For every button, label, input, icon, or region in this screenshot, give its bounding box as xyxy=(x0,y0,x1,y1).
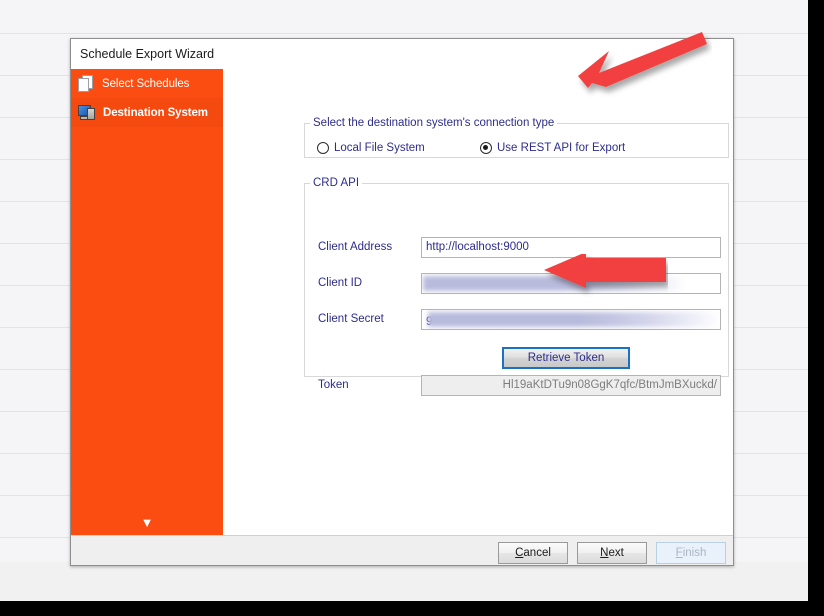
sidebar-item-label: Select Schedules xyxy=(102,77,190,90)
dialog-body: Select Schedules Destination System ▼ Se… xyxy=(71,69,733,535)
client-address-row: Client Address http://localhost:9000 xyxy=(305,237,730,259)
next-button[interactable]: Next xyxy=(577,542,647,564)
cancel-button[interactable]: Cancel xyxy=(498,542,568,564)
cancel-label-suffix: ancel xyxy=(523,547,551,559)
connection-type-legend: Select the destination system's connecti… xyxy=(313,117,555,129)
dialog-footer: Cancel Next Finish xyxy=(71,535,733,565)
radio-label: Local File System xyxy=(334,142,425,154)
documents-icon xyxy=(78,75,95,92)
finish-button: Finish xyxy=(656,542,726,564)
sidebar-item-destination-system[interactable]: Destination System xyxy=(71,98,223,127)
radio-indicator xyxy=(317,142,329,154)
next-label-suffix: ext xyxy=(608,547,624,559)
client-secret-row: Client Secret 9 xyxy=(305,309,730,331)
crd-api-group: CRD API Client Address http://localhost:… xyxy=(304,177,730,396)
radio-use-rest-api-for-export[interactable]: Use REST API for Export xyxy=(480,142,625,154)
client-address-label: Client Address xyxy=(318,241,393,253)
wizard-content-pane: Select the destination system's connecti… xyxy=(223,69,733,535)
client-secret-label: Client Secret xyxy=(318,313,384,325)
client-secret-input[interactable]: 9 xyxy=(421,309,721,330)
monitor-icon xyxy=(78,104,96,121)
retrieve-token-button[interactable]: Retrieve Token xyxy=(502,347,630,369)
connection-type-options: Local File System Use REST API for Expor… xyxy=(317,142,717,160)
token-output-field: Hl19aKtDTu9n08GgK7qfc/BtmJmBXuckd/ xyxy=(421,375,721,396)
client-id-label: Client ID xyxy=(318,277,363,289)
finish-label-suffix: inish xyxy=(682,547,707,559)
token-row: Token Hl19aKtDTu9n08GgK7qfc/BtmJmBXuckd/ xyxy=(305,375,730,397)
redacted-overlay xyxy=(428,312,720,327)
dialog-title: Schedule Export Wizard xyxy=(71,39,733,69)
sidebar-item-label: Destination System xyxy=(103,106,208,119)
radio-indicator xyxy=(480,142,492,154)
sidebar-item-select-schedules[interactable]: Select Schedules xyxy=(71,69,223,98)
wizard-step-sidebar: Select Schedules Destination System ▼ xyxy=(71,69,223,535)
chevron-down-icon[interactable]: ▼ xyxy=(71,516,223,529)
background-row xyxy=(0,0,808,34)
finish-mnemonic: F xyxy=(675,547,683,559)
connection-type-group: Select the destination system's connecti… xyxy=(304,117,729,158)
crd-api-legend: CRD API xyxy=(313,177,360,189)
client-id-row: Client ID xyxy=(305,273,730,295)
token-label: Token xyxy=(318,379,349,391)
client-id-input[interactable] xyxy=(421,273,721,294)
background-footer-strip xyxy=(0,562,808,601)
schedule-export-wizard-dialog: Schedule Export Wizard Select Schedules … xyxy=(70,38,734,566)
redacted-overlay xyxy=(423,276,685,291)
radio-label: Use REST API for Export xyxy=(497,142,626,154)
radio-local-file-system[interactable]: Local File System xyxy=(317,142,425,154)
client-address-input[interactable]: http://localhost:9000 xyxy=(421,237,721,258)
